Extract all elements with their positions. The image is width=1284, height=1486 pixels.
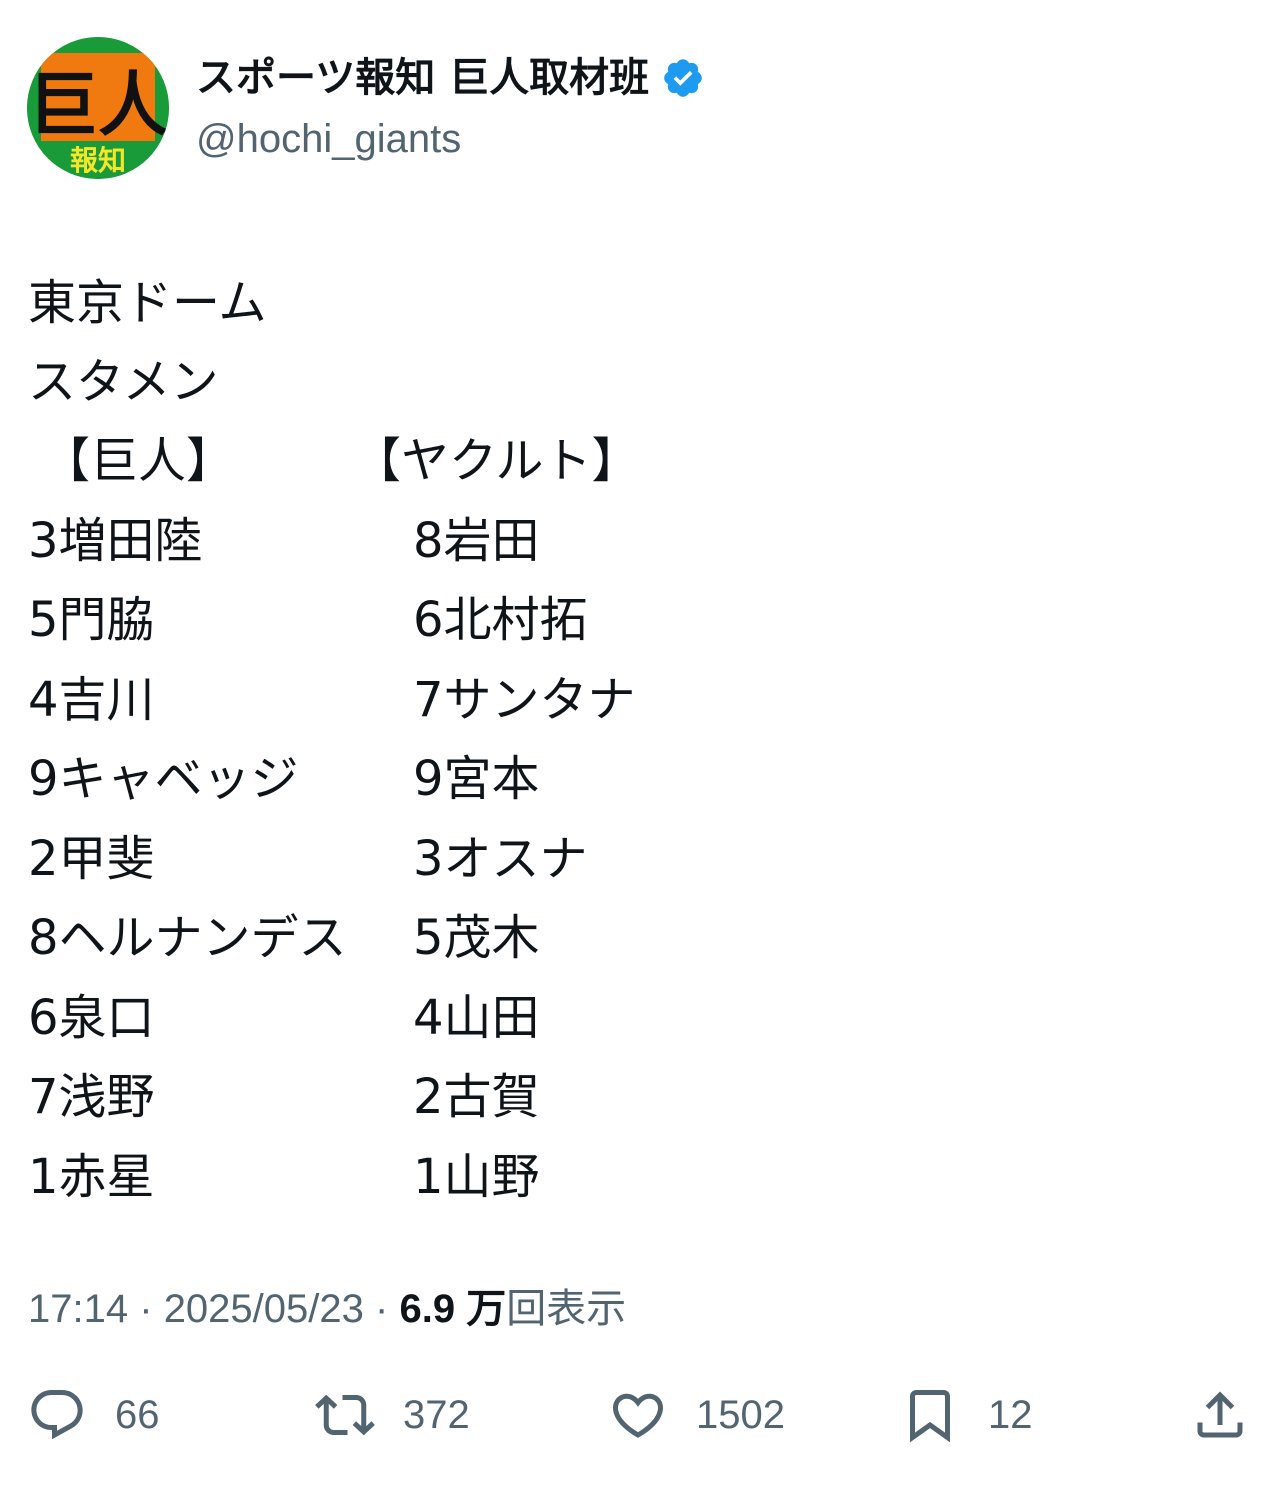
away-player: 6北村拓 xyxy=(413,592,588,648)
repost-count: 372 xyxy=(403,1392,470,1437)
display-name[interactable]: スポーツ報知 巨人取材班 xyxy=(196,52,705,104)
reply-count: 66 xyxy=(115,1392,160,1437)
like-button[interactable]: 1502 xyxy=(608,1380,785,1450)
away-player: 2古賀 xyxy=(413,1069,540,1125)
post-time[interactable]: 17:14 xyxy=(28,1287,128,1331)
away-player: 3オスナ xyxy=(413,830,588,887)
bookmark-button[interactable]: 12 xyxy=(900,1380,1033,1450)
avatar-logo-subtext: 報知 xyxy=(70,144,126,177)
home-player: 7浅野 xyxy=(28,1069,155,1125)
verified-badge-icon xyxy=(664,59,702,97)
away-player: 4山田 xyxy=(413,989,540,1046)
away-player: 7サンタナ xyxy=(413,671,636,728)
home-player: 4吉川 xyxy=(28,671,155,728)
giants-logo-icon: 巨人 報知 xyxy=(27,37,169,179)
display-name-text: スポーツ報知 巨人取材班 xyxy=(196,55,650,101)
bookmark-count: 12 xyxy=(988,1392,1033,1437)
post-date[interactable]: 2025/05/23 xyxy=(164,1287,364,1331)
post-line-starters: スタメン xyxy=(28,354,219,410)
away-team-header: 【ヤクルト】 xyxy=(353,433,640,489)
reply-button[interactable]: 66 xyxy=(27,1380,160,1450)
home-player: 6泉口 xyxy=(28,989,155,1046)
away-player: 9宮本 xyxy=(413,751,540,807)
away-player: 8岩田 xyxy=(413,512,540,569)
home-player: 8ヘルナンデス xyxy=(28,910,347,966)
meta-separator: · xyxy=(375,1287,389,1331)
meta-separator: · xyxy=(139,1287,153,1331)
views-label: 回表示 xyxy=(506,1287,627,1331)
action-bar: 66 372 1502 12 xyxy=(0,1380,1284,1450)
post-meta: 17:14 · 2025/05/23 · 6.9 万回表示 xyxy=(28,1283,626,1335)
share-icon xyxy=(1197,1391,1243,1438)
home-team-header: 【巨人】 xyxy=(42,433,235,489)
user-handle[interactable]: @hochi_giants xyxy=(196,113,461,165)
heart-icon xyxy=(612,1393,664,1438)
away-player: 5茂木 xyxy=(413,910,540,966)
avatar-logo-text: 巨人 xyxy=(28,64,168,146)
reply-icon xyxy=(31,1390,83,1440)
post-text: 東京ドーム スタメン xyxy=(28,264,267,422)
bookmark-icon xyxy=(910,1390,950,1443)
home-player: 5門脇 xyxy=(28,592,155,648)
home-player: 1赤星 xyxy=(28,1148,155,1205)
home-player: 9キャベッジ xyxy=(28,751,299,807)
views-count: 6.9 万 xyxy=(399,1287,507,1331)
share-button[interactable] xyxy=(1190,1380,1250,1450)
home-player: 3増田陸 xyxy=(28,512,203,569)
repost-icon xyxy=(315,1394,375,1436)
avatar[interactable]: 巨人 報知 xyxy=(27,37,169,179)
post-line-venue: 東京ドーム xyxy=(28,275,267,331)
away-player: 1山野 xyxy=(413,1148,540,1205)
repost-button[interactable]: 372 xyxy=(315,1380,470,1450)
like-count: 1502 xyxy=(696,1392,785,1437)
home-player: 2甲斐 xyxy=(28,830,155,887)
